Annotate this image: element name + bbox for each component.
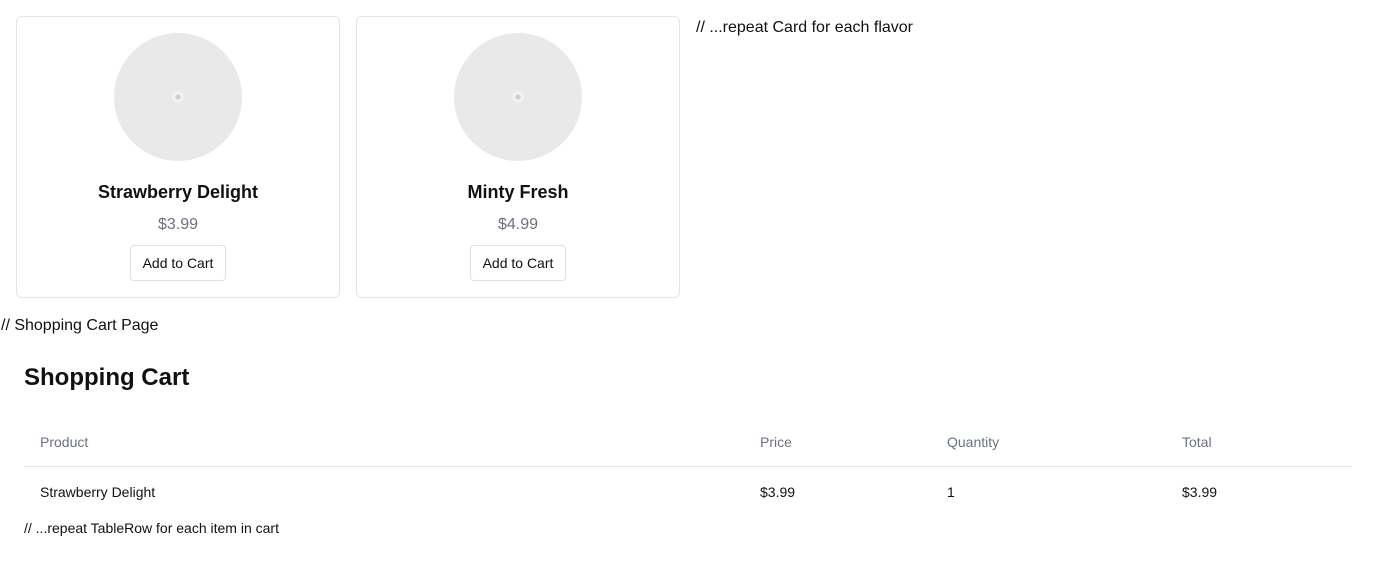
product-card: Minty Fresh $4.99 Add to Cart: [356, 16, 680, 298]
product-price: $4.99: [497, 216, 539, 233]
product-card: Strawberry Delight $3.99 Add to Cart: [16, 16, 340, 298]
image-placeholder-icon: [171, 90, 185, 104]
repeat-card-comment: // ...repeat Card for each flavor: [696, 19, 913, 36]
cart-table: Product Price Quantity Total Strawberry …: [24, 418, 1352, 518]
cart-table-header: Product Price Quantity Total: [24, 418, 1352, 467]
column-header-total: Total: [1166, 418, 1352, 467]
cell-total: $3.99: [1182, 484, 1218, 501]
add-to-cart-button[interactable]: Add to Cart: [129, 245, 227, 281]
repeat-row-comment: // ...repeat TableRow for each item in c…: [24, 520, 279, 536]
product-name: Minty Fresh: [467, 182, 569, 202]
add-to-cart-button[interactable]: Add to Cart: [469, 245, 567, 281]
product-name: Strawberry Delight: [97, 182, 259, 202]
cell-price: $3.99: [760, 484, 796, 501]
table-row: Strawberry Delight $3.99 1 $3.99: [24, 466, 1352, 518]
product-price: $3.99: [157, 216, 199, 233]
cart-page-comment: // Shopping Cart Page: [1, 317, 159, 334]
cell-quantity: 1: [947, 484, 955, 501]
product-image-placeholder: [114, 33, 242, 161]
column-header-product: Product: [24, 418, 744, 467]
product-image-placeholder: [454, 33, 582, 161]
cell-product: Strawberry Delight: [40, 484, 156, 501]
image-placeholder-icon: [511, 90, 525, 104]
column-header-quantity: Quantity: [931, 418, 1166, 467]
column-header-price: Price: [744, 418, 931, 467]
cart-title: Shopping Cart: [24, 364, 190, 391]
product-card-list: Strawberry Delight $3.99 Add to Cart Min…: [16, 16, 680, 298]
